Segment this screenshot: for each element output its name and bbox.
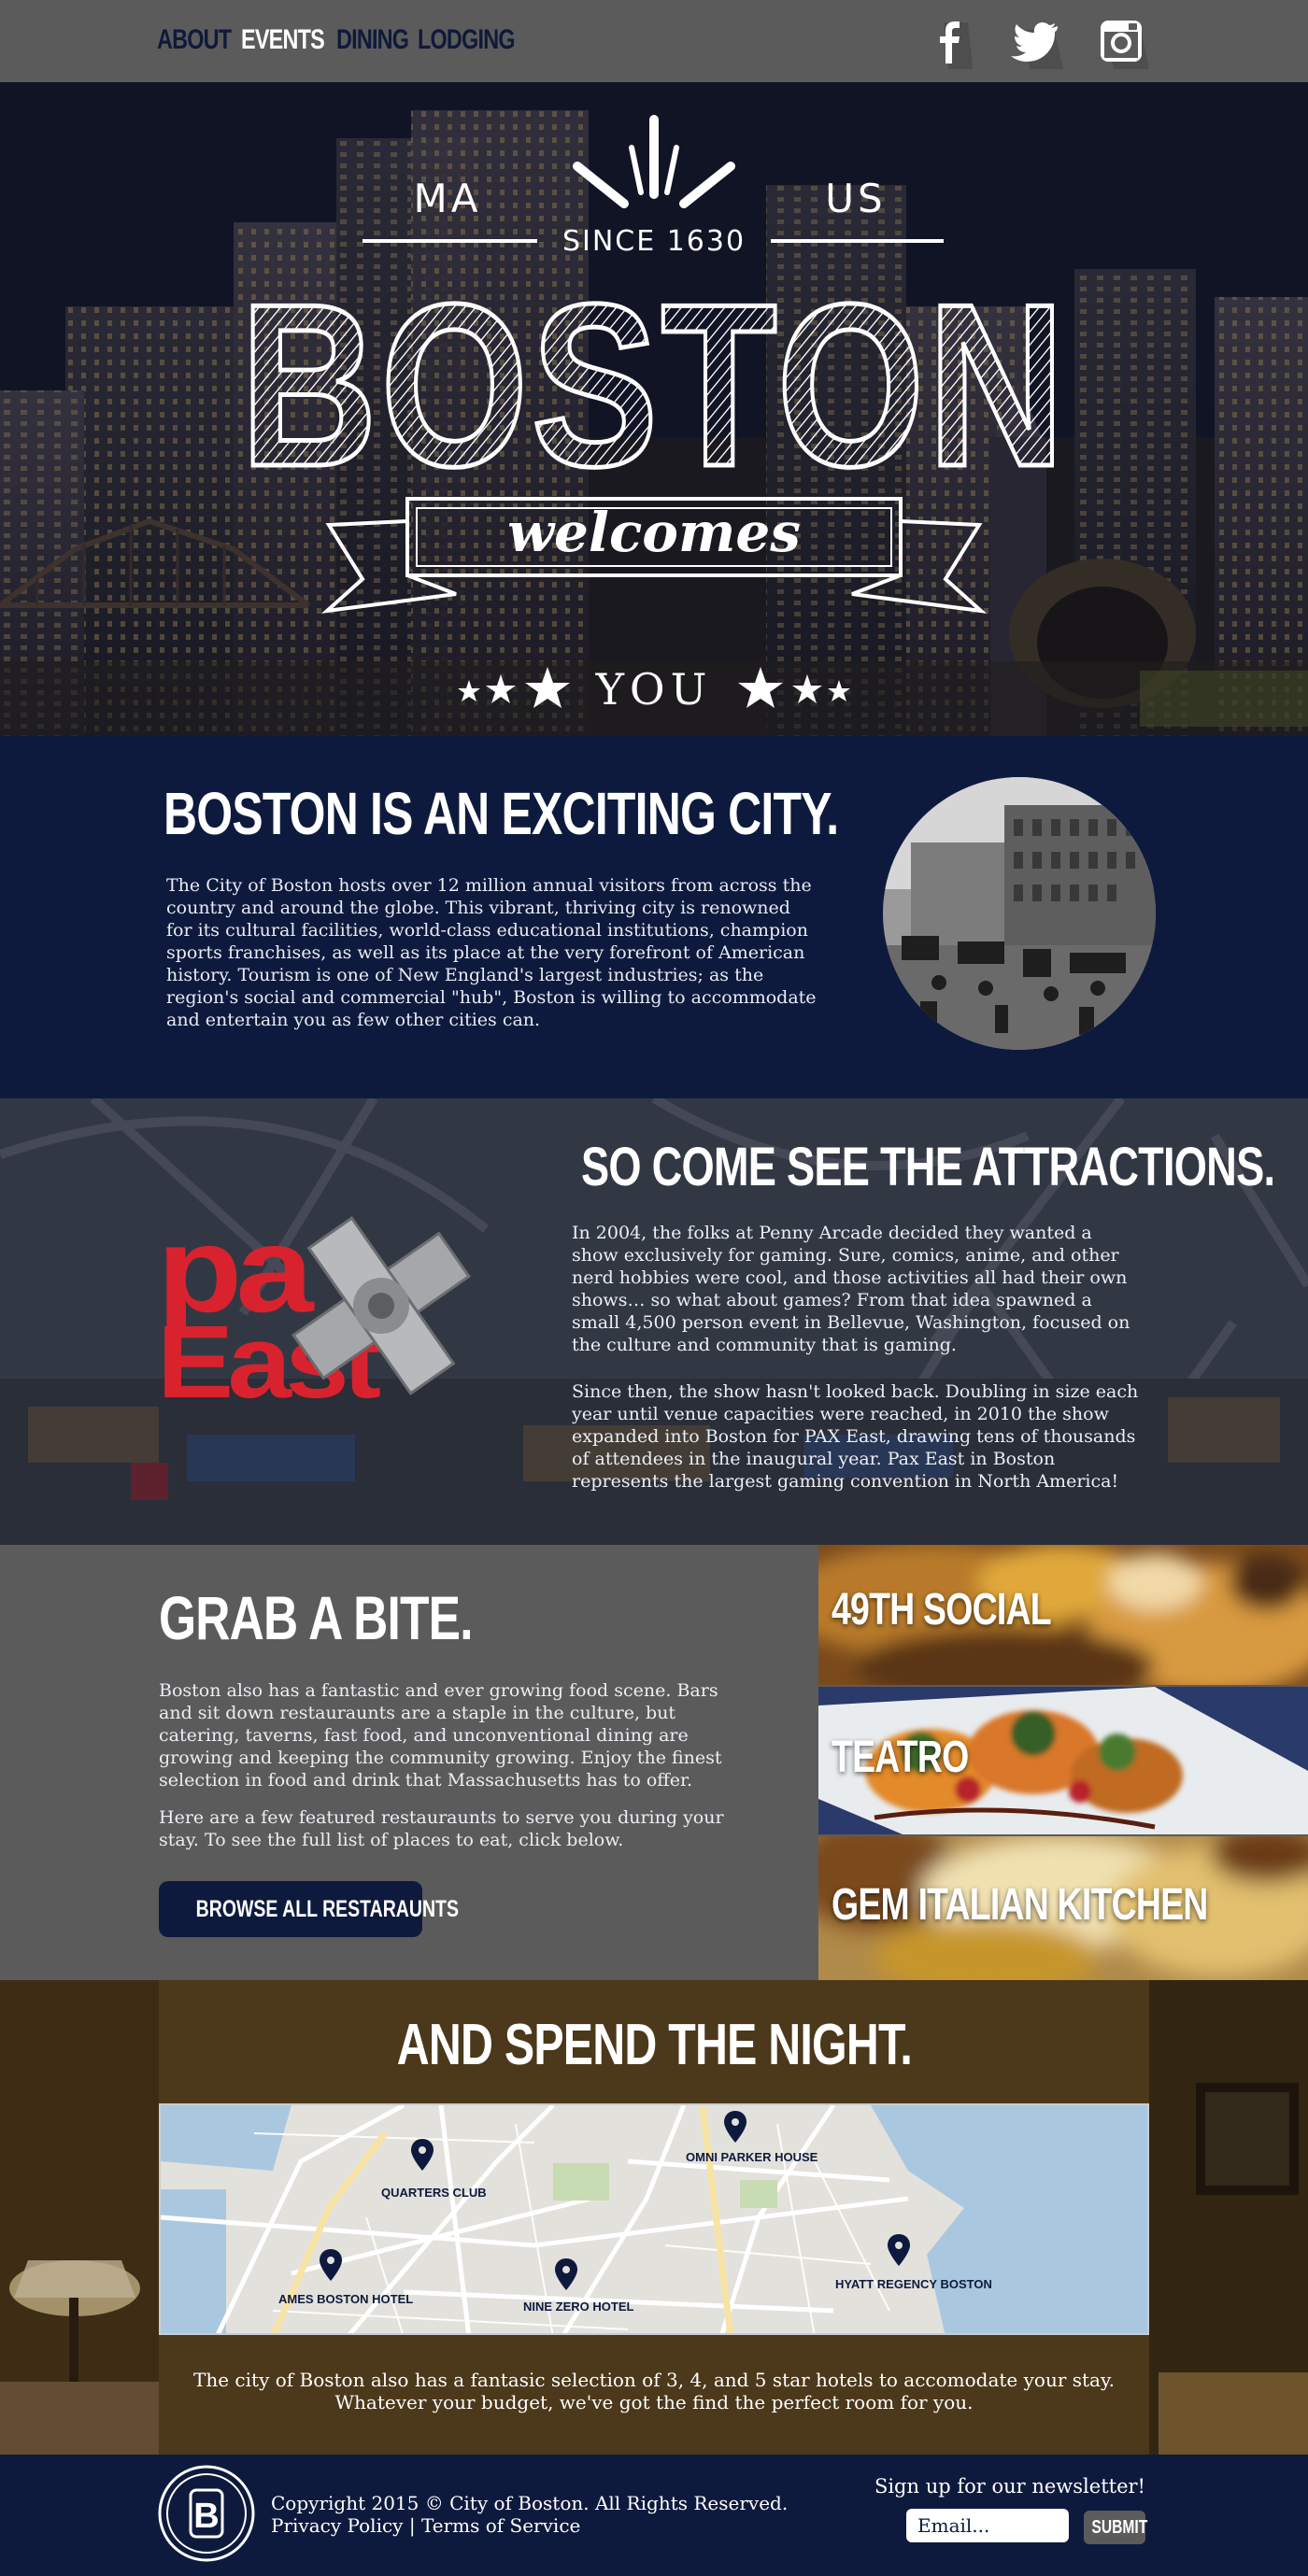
nav-link-events[interactable]: EVENTS bbox=[241, 24, 325, 56]
facebook-icon[interactable] bbox=[925, 13, 981, 75]
attractions-paragraph-2: Since then, the show hasn't looked back.… bbox=[572, 1381, 1139, 1492]
restaurant-tile-gem-italian-kitchen[interactable]: GEM ITALIAN KITCHEN bbox=[818, 1836, 1308, 1980]
hero-ma-text: MA bbox=[414, 176, 482, 221]
dining-paragraph-2: Here are a few featured restauraunts to … bbox=[159, 1807, 724, 1850]
dining-section: GRAB A BITE. Boston also has a fantastic… bbox=[0, 1545, 1308, 1980]
intro-section: BOSTON IS AN EXCITING CITY. The City of … bbox=[0, 736, 1308, 1098]
hotel-label-quarters-club: QUARTERS CLUB bbox=[381, 2186, 487, 2200]
newsletter-label: Sign up for our newsletter! bbox=[874, 2475, 1145, 2498]
hero-welcomes-text: welcomes bbox=[507, 501, 801, 564]
newsletter-submit-button[interactable]: SUBMIT bbox=[1084, 2511, 1147, 2544]
twitter-icon[interactable] bbox=[1009, 13, 1065, 69]
nav-link-lodging[interactable]: LODGING bbox=[418, 24, 516, 56]
dining-title: GRAB A BITE. bbox=[159, 1583, 474, 1652]
nav-link-about[interactable]: ABOUT bbox=[157, 24, 232, 56]
hotel-label-omni-parker-house: OMNI PARKER HOUSE bbox=[686, 2150, 818, 2164]
copyright-text: Copyright 2015 © City of Boston. All Rig… bbox=[271, 2492, 789, 2514]
city-seal-logo: B bbox=[158, 2465, 255, 2562]
attractions-title: SO COME SEE THE ATTRACTIONS. bbox=[581, 1137, 1275, 1197]
attractions-paragraph-1: In 2004, the folks at Penny Arcade decid… bbox=[572, 1223, 1130, 1355]
lodging-body: The city of Boston also has a fantasic s… bbox=[193, 2369, 1115, 2413]
instagram-icon[interactable] bbox=[1093, 13, 1149, 69]
intro-body: The City of Boston hosts over 12 million… bbox=[166, 875, 817, 1030]
hotel-label-nine-zero-hotel: NINE ZERO HOTEL bbox=[523, 2300, 634, 2314]
nav-links: ABOUT EVENTS DINING LODGING bbox=[157, 24, 516, 56]
dining-paragraph-1: Boston also has a fantastic and ever gro… bbox=[159, 1680, 722, 1790]
restaurant-tile-teatro[interactable]: TEATRO bbox=[818, 1687, 1308, 1834]
privacy-policy-link[interactable]: Privacy Policy bbox=[271, 2514, 403, 2537]
hotel-label-ames-boston-hotel: AMES BOSTON HOTEL bbox=[278, 2292, 413, 2306]
restaurant-label: GEM ITALIAN KITCHEN bbox=[832, 1880, 1208, 1930]
restaurant-label: TEATRO bbox=[832, 1733, 969, 1782]
terms-of-service-link[interactable]: Terms of Service bbox=[421, 2514, 580, 2537]
lodging-title: AND SPEND THE NIGHT. bbox=[396, 2013, 912, 2077]
browse-restaurants-button[interactable]: BROWSE ALL RESTARAUNTS bbox=[159, 1881, 459, 1937]
pax-east-logo: pa East bbox=[157, 1214, 471, 1401]
hero-section: MA US SINCE 1630 BOSTON welcomes YOU bbox=[0, 82, 1308, 736]
lodging-section: AND SPEND THE NIGHT. QUARTERS CLUB OMNI … bbox=[0, 1980, 1308, 2455]
footer-separator: | bbox=[408, 2514, 416, 2537]
hotel-label-hyatt-regency-boston: HYATT REGENCY BOSTON bbox=[835, 2277, 992, 2291]
footer-copyright-block: Copyright 2015 © City of Boston. All Rig… bbox=[271, 2492, 788, 2537]
social-links bbox=[925, 13, 1149, 75]
restaurant-label: 49TH SOCIAL bbox=[832, 1585, 1052, 1635]
boston-welcomes-you-logo: MA US SINCE 1630 BOSTON welcomes YOU bbox=[238, 115, 1068, 715]
intro-title: BOSTON IS AN EXCITING CITY. bbox=[164, 780, 839, 847]
restaurant-tile-49th-social[interactable]: 49TH SOCIAL bbox=[818, 1545, 1308, 1685]
hero-us-text: US bbox=[825, 176, 886, 221]
hero-since-text: SINCE 1630 bbox=[562, 225, 746, 258]
svg-text:B: B bbox=[193, 2497, 219, 2536]
attractions-section: SO COME SEE THE ATTRACTIONS. pa East In … bbox=[0, 1098, 1308, 1545]
hotel-map[interactable]: QUARTERS CLUB OMNI PARKER HOUSE AMES BOS… bbox=[159, 2103, 1149, 2335]
nav-link-dining[interactable]: DINING bbox=[336, 24, 409, 56]
hero-you-text: YOU bbox=[595, 664, 713, 715]
newsletter-email-input[interactable] bbox=[906, 2509, 1069, 2542]
hero-boston-title: BOSTON bbox=[240, 257, 1068, 516]
top-navigation: ABOUT EVENTS DINING LODGING bbox=[0, 0, 1308, 82]
historic-boston-photo bbox=[883, 777, 1156, 1050]
footer: B Copyright 2015 © City of Boston. All R… bbox=[0, 2455, 1308, 2576]
